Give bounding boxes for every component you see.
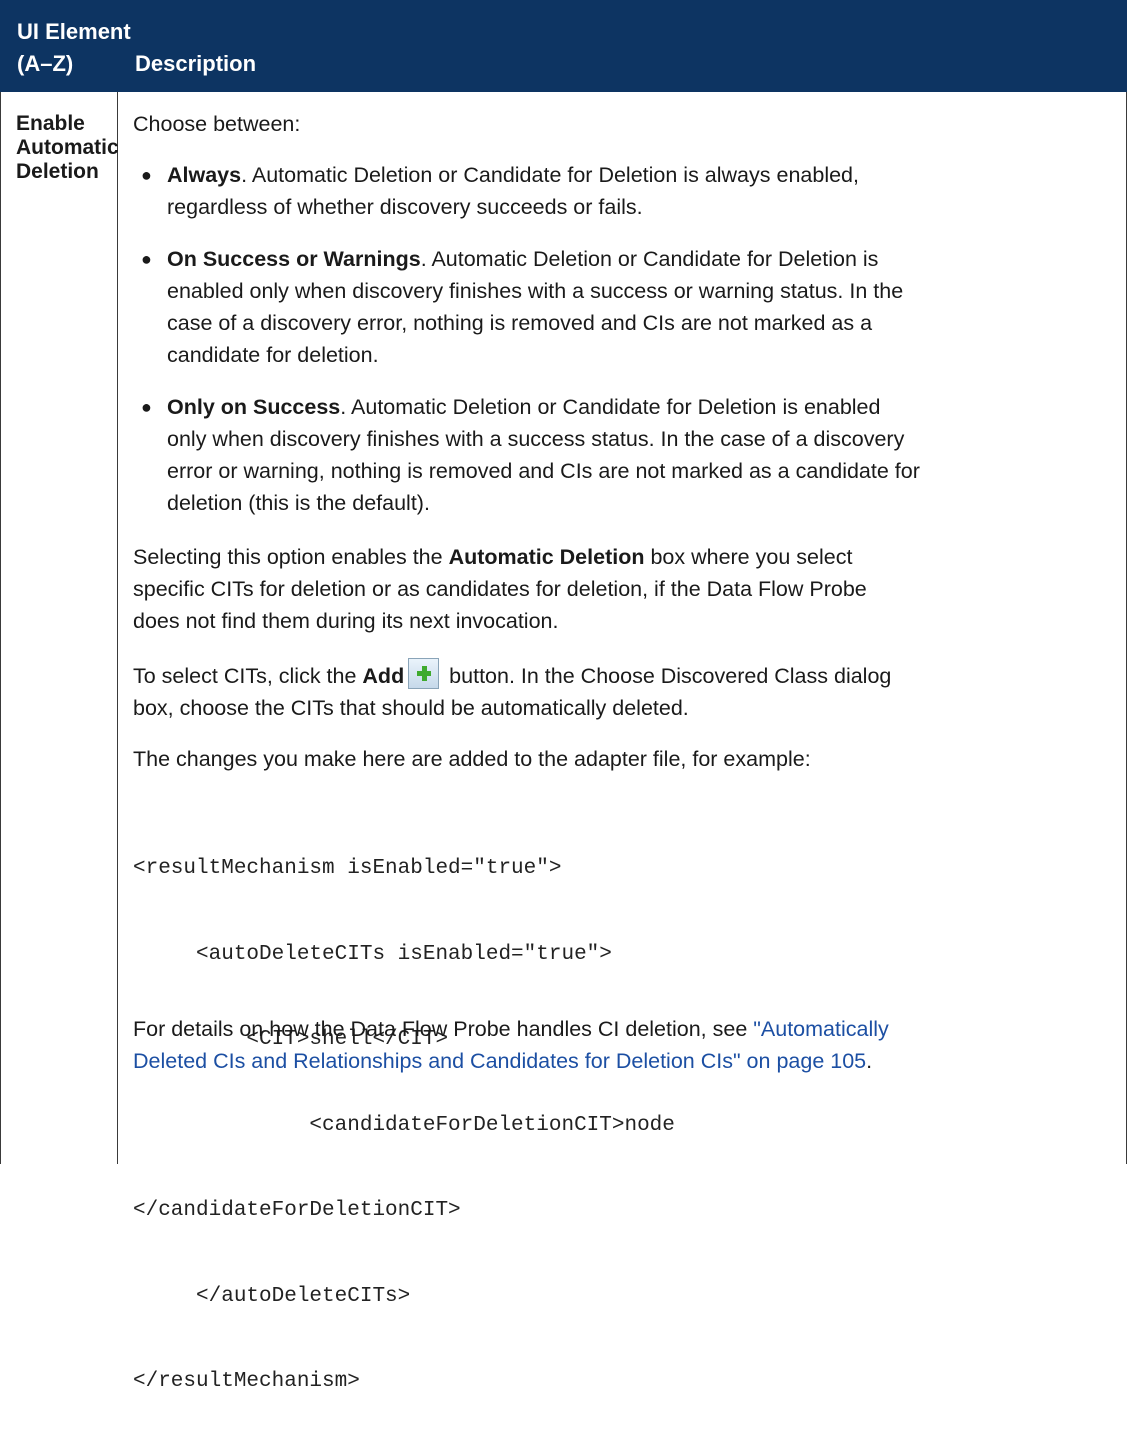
ui-element-cell: Enable Automatic Deletion [0, 92, 119, 1164]
ui-element-line: Deletion [16, 160, 99, 183]
header-description: Description [135, 51, 257, 76]
text: box, choose the CITs that should be auto… [133, 696, 689, 720]
table-header: UI Element (A–Z) Description [0, 0, 1127, 92]
ui-element-line: Automatic [16, 136, 119, 159]
code-line: <autoDeleteCITs isEnabled="true"> [133, 942, 612, 966]
header-ui-element-line1: UI Element [17, 19, 131, 44]
bullet-term: Always [167, 163, 242, 187]
text: box where you select [644, 545, 853, 569]
bullet-dot: ● [141, 165, 152, 185]
automatic-deletion-term: Automatic Deletion [448, 545, 645, 569]
add-plus-icon [408, 658, 440, 689]
code-line: <candidateForDeletionCIT>node [133, 1113, 675, 1137]
text: To select CITs, click the [133, 664, 363, 688]
bullet-text: . Automatic Deletion or Candidate for De… [241, 163, 859, 187]
text: Selecting this option enables the [133, 545, 449, 569]
bullet-text: regardless of whether discovery succeeds… [167, 195, 643, 219]
bullet-term: On Success or Warnings [167, 247, 421, 271]
bullet-text: enabled only when discovery finishes wit… [167, 279, 904, 303]
details-paragraph: For details on how the Data Flow Probe h… [133, 1013, 1123, 1077]
bullet-text: only when discovery finishes with a succ… [167, 427, 905, 451]
cross-reference-link[interactable]: Deleted CIs and Relationships and Candid… [133, 1049, 866, 1073]
bullet-always: ● Always. Automatic Deletion or Candidat… [141, 159, 1117, 223]
changes-paragraph: The changes you make here are added to t… [133, 747, 811, 771]
bullet-text: . Automatic Deletion or Candidate for De… [340, 395, 881, 419]
bullet-text: . Automatic Deletion or Candidate for De… [420, 247, 879, 271]
text: button. In the Choose Discovered Class d… [443, 664, 892, 688]
header-ui-element: UI Element (A–Z) [17, 16, 131, 80]
code-line: <resultMechanism isEnabled="true"> [133, 857, 562, 880]
select-option-paragraph: Selecting this option enables the Automa… [133, 541, 1123, 637]
bullet-text: error or warning, nothing is removed and… [167, 459, 920, 483]
bullet-text: deletion (this is the default). [167, 491, 430, 515]
ui-element-line: Enable [16, 112, 85, 135]
ui-element-name: Enable Automatic Deletion [16, 112, 119, 184]
bullet-text: case of a discovery error, nothing is re… [167, 311, 873, 335]
intro-text: Choose between: [133, 112, 301, 136]
code-line: </resultMechanism> [133, 1370, 360, 1393]
code-example: <resultMechanism isEnabled="true"> <auto… [133, 798, 1123, 1454]
cross-reference-link[interactable]: "Automatically [753, 1017, 889, 1041]
description-cell: Choose between: ● Always. Automatic Dele… [117, 92, 1126, 1393]
code-line: </candidateForDeletionCIT> [133, 1199, 461, 1222]
text: does not find them during its next invoc… [133, 609, 559, 633]
bullet-dot: ● [141, 249, 152, 269]
text: specific CITs for deletion or as candida… [133, 577, 867, 601]
bullet-on-success-or-warnings: ● On Success or Warnings. Automatic Dele… [141, 243, 1117, 371]
bullet-text: candidate for deletion. [167, 343, 379, 367]
add-button-paragraph: To select CITs, click the Add button. In… [133, 658, 1123, 724]
bullet-only-on-success: ● Only on Success. Automatic Deletion or… [141, 391, 1117, 519]
text: For details on how the Data Flow Probe h… [133, 1017, 754, 1041]
bullet-term: Only on Success [167, 395, 341, 419]
code-line: </autoDeleteCITs> [133, 1284, 411, 1308]
text: . [866, 1049, 873, 1073]
header-ui-element-line2: (A–Z) [17, 51, 74, 76]
ui-element-table: UI Element (A–Z) Description Enable Auto… [0, 0, 1127, 1393]
add-term: Add [362, 664, 405, 688]
bullet-dot: ● [141, 397, 152, 417]
